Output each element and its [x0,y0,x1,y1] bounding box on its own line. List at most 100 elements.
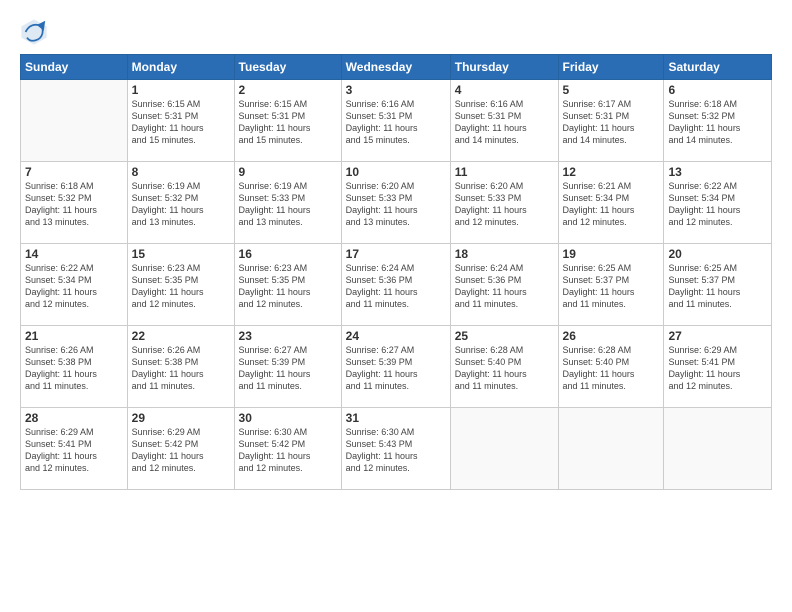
day-cell: 10Sunrise: 6:20 AMSunset: 5:33 PMDayligh… [341,162,450,244]
day-number: 2 [239,83,337,97]
day-cell [664,408,772,490]
day-number: 7 [25,165,123,179]
day-cell: 19Sunrise: 6:25 AMSunset: 5:37 PMDayligh… [558,244,664,326]
week-row-2: 7Sunrise: 6:18 AMSunset: 5:32 PMDaylight… [21,162,772,244]
day-cell [450,408,558,490]
day-cell: 31Sunrise: 6:30 AMSunset: 5:43 PMDayligh… [341,408,450,490]
col-header-wednesday: Wednesday [341,55,450,80]
day-info: Sunrise: 6:29 AMSunset: 5:41 PMDaylight:… [25,426,123,475]
day-cell: 16Sunrise: 6:23 AMSunset: 5:35 PMDayligh… [234,244,341,326]
day-cell: 11Sunrise: 6:20 AMSunset: 5:33 PMDayligh… [450,162,558,244]
logo [20,18,52,46]
day-number: 6 [668,83,767,97]
day-number: 4 [455,83,554,97]
day-info: Sunrise: 6:25 AMSunset: 5:37 PMDaylight:… [563,262,660,311]
day-info: Sunrise: 6:20 AMSunset: 5:33 PMDaylight:… [455,180,554,229]
day-info: Sunrise: 6:24 AMSunset: 5:36 PMDaylight:… [346,262,446,311]
logo-icon [20,18,48,46]
day-cell: 24Sunrise: 6:27 AMSunset: 5:39 PMDayligh… [341,326,450,408]
day-cell: 3Sunrise: 6:16 AMSunset: 5:31 PMDaylight… [341,80,450,162]
week-row-3: 14Sunrise: 6:22 AMSunset: 5:34 PMDayligh… [21,244,772,326]
calendar-table: SundayMondayTuesdayWednesdayThursdayFrid… [20,54,772,490]
day-number: 17 [346,247,446,261]
day-number: 25 [455,329,554,343]
col-header-friday: Friday [558,55,664,80]
day-number: 30 [239,411,337,425]
day-info: Sunrise: 6:29 AMSunset: 5:42 PMDaylight:… [132,426,230,475]
day-info: Sunrise: 6:28 AMSunset: 5:40 PMDaylight:… [455,344,554,393]
day-cell: 23Sunrise: 6:27 AMSunset: 5:39 PMDayligh… [234,326,341,408]
day-number: 19 [563,247,660,261]
day-info: Sunrise: 6:18 AMSunset: 5:32 PMDaylight:… [25,180,123,229]
day-info: Sunrise: 6:16 AMSunset: 5:31 PMDaylight:… [455,98,554,147]
day-number: 11 [455,165,554,179]
col-header-tuesday: Tuesday [234,55,341,80]
day-info: Sunrise: 6:29 AMSunset: 5:41 PMDaylight:… [668,344,767,393]
day-number: 8 [132,165,230,179]
day-number: 13 [668,165,767,179]
day-cell: 27Sunrise: 6:29 AMSunset: 5:41 PMDayligh… [664,326,772,408]
day-cell: 1Sunrise: 6:15 AMSunset: 5:31 PMDaylight… [127,80,234,162]
day-cell: 5Sunrise: 6:17 AMSunset: 5:31 PMDaylight… [558,80,664,162]
day-cell: 21Sunrise: 6:26 AMSunset: 5:38 PMDayligh… [21,326,128,408]
day-cell: 6Sunrise: 6:18 AMSunset: 5:32 PMDaylight… [664,80,772,162]
day-cell: 20Sunrise: 6:25 AMSunset: 5:37 PMDayligh… [664,244,772,326]
day-number: 23 [239,329,337,343]
day-number: 20 [668,247,767,261]
day-info: Sunrise: 6:19 AMSunset: 5:32 PMDaylight:… [132,180,230,229]
day-info: Sunrise: 6:15 AMSunset: 5:31 PMDaylight:… [132,98,230,147]
day-info: Sunrise: 6:26 AMSunset: 5:38 PMDaylight:… [25,344,123,393]
week-row-4: 21Sunrise: 6:26 AMSunset: 5:38 PMDayligh… [21,326,772,408]
day-number: 27 [668,329,767,343]
day-cell [558,408,664,490]
col-header-thursday: Thursday [450,55,558,80]
day-cell [21,80,128,162]
day-info: Sunrise: 6:30 AMSunset: 5:42 PMDaylight:… [239,426,337,475]
day-info: Sunrise: 6:23 AMSunset: 5:35 PMDaylight:… [132,262,230,311]
day-cell: 30Sunrise: 6:30 AMSunset: 5:42 PMDayligh… [234,408,341,490]
day-info: Sunrise: 6:22 AMSunset: 5:34 PMDaylight:… [668,180,767,229]
day-number: 31 [346,411,446,425]
week-row-5: 28Sunrise: 6:29 AMSunset: 5:41 PMDayligh… [21,408,772,490]
col-header-monday: Monday [127,55,234,80]
day-info: Sunrise: 6:18 AMSunset: 5:32 PMDaylight:… [668,98,767,147]
col-header-saturday: Saturday [664,55,772,80]
day-cell: 28Sunrise: 6:29 AMSunset: 5:41 PMDayligh… [21,408,128,490]
day-cell: 29Sunrise: 6:29 AMSunset: 5:42 PMDayligh… [127,408,234,490]
day-cell: 14Sunrise: 6:22 AMSunset: 5:34 PMDayligh… [21,244,128,326]
page: SundayMondayTuesdayWednesdayThursdayFrid… [0,0,792,612]
day-cell: 2Sunrise: 6:15 AMSunset: 5:31 PMDaylight… [234,80,341,162]
day-cell: 26Sunrise: 6:28 AMSunset: 5:40 PMDayligh… [558,326,664,408]
day-number: 10 [346,165,446,179]
day-number: 1 [132,83,230,97]
day-number: 9 [239,165,337,179]
day-cell: 7Sunrise: 6:18 AMSunset: 5:32 PMDaylight… [21,162,128,244]
day-number: 28 [25,411,123,425]
day-number: 15 [132,247,230,261]
col-header-sunday: Sunday [21,55,128,80]
day-cell: 8Sunrise: 6:19 AMSunset: 5:32 PMDaylight… [127,162,234,244]
day-number: 22 [132,329,230,343]
day-info: Sunrise: 6:30 AMSunset: 5:43 PMDaylight:… [346,426,446,475]
day-number: 5 [563,83,660,97]
day-info: Sunrise: 6:27 AMSunset: 5:39 PMDaylight:… [239,344,337,393]
day-info: Sunrise: 6:25 AMSunset: 5:37 PMDaylight:… [668,262,767,311]
day-info: Sunrise: 6:21 AMSunset: 5:34 PMDaylight:… [563,180,660,229]
day-cell: 25Sunrise: 6:28 AMSunset: 5:40 PMDayligh… [450,326,558,408]
day-number: 12 [563,165,660,179]
day-info: Sunrise: 6:27 AMSunset: 5:39 PMDaylight:… [346,344,446,393]
day-info: Sunrise: 6:24 AMSunset: 5:36 PMDaylight:… [455,262,554,311]
week-row-1: 1Sunrise: 6:15 AMSunset: 5:31 PMDaylight… [21,80,772,162]
day-number: 14 [25,247,123,261]
day-cell: 4Sunrise: 6:16 AMSunset: 5:31 PMDaylight… [450,80,558,162]
day-cell: 13Sunrise: 6:22 AMSunset: 5:34 PMDayligh… [664,162,772,244]
day-info: Sunrise: 6:16 AMSunset: 5:31 PMDaylight:… [346,98,446,147]
day-cell: 9Sunrise: 6:19 AMSunset: 5:33 PMDaylight… [234,162,341,244]
header-row: SundayMondayTuesdayWednesdayThursdayFrid… [21,55,772,80]
day-number: 24 [346,329,446,343]
day-number: 29 [132,411,230,425]
day-info: Sunrise: 6:20 AMSunset: 5:33 PMDaylight:… [346,180,446,229]
day-cell: 15Sunrise: 6:23 AMSunset: 5:35 PMDayligh… [127,244,234,326]
day-cell: 18Sunrise: 6:24 AMSunset: 5:36 PMDayligh… [450,244,558,326]
day-number: 26 [563,329,660,343]
